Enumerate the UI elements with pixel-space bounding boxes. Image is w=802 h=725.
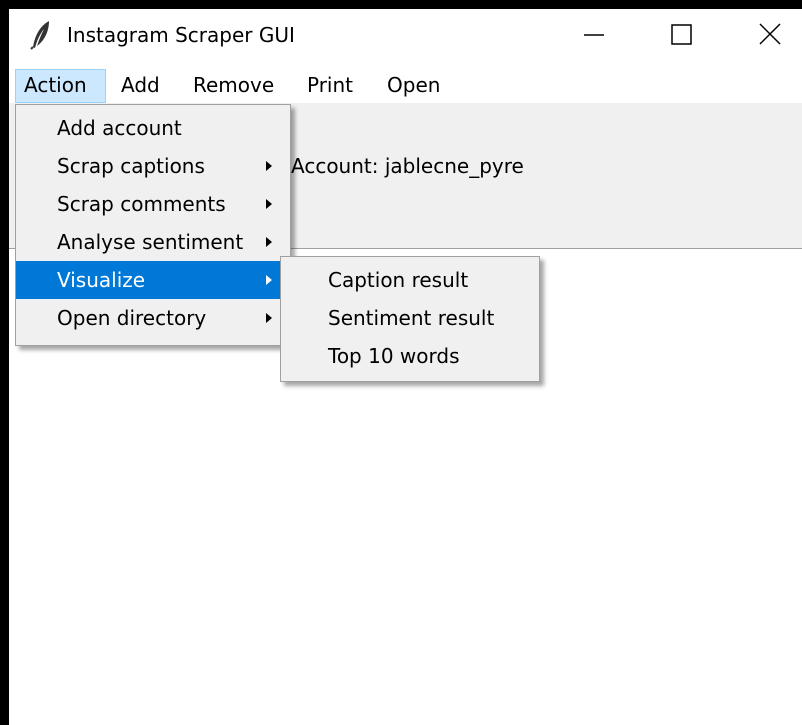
menu-item-scrap-comments[interactable]: Scrap comments [16,185,290,223]
menu-remove[interactable]: Remove [185,69,282,103]
menu-add[interactable]: Add [113,69,168,103]
close-button[interactable] [725,9,802,57]
menu-item-label: Scrap comments [57,192,226,216]
submenu-arrow-icon [266,313,272,323]
menu-item-label: Add account [57,116,182,140]
menu-item-label: Top 10 words [328,344,460,368]
submenu-arrow-icon [266,275,272,285]
window-title: Instagram Scraper GUI [67,23,295,47]
menu-item-label: Visualize [57,268,146,292]
menu-action[interactable]: Action [15,69,106,103]
submenu-arrow-icon [266,199,272,209]
menu-bar: Action Add Remove Print Open [9,69,802,103]
menu-item-add-account[interactable]: Add account [16,109,290,147]
action-dropdown-menu: Add account Scrap captions Scrap comment… [15,104,291,346]
menu-item-label: Open directory [57,306,207,330]
title-bar[interactable]: Instagram Scraper GUI [9,9,802,64]
visualize-submenu: Caption result Sentiment result Top 10 w… [280,256,540,382]
submenu-arrow-icon [266,161,272,171]
menu-item-label: Analyse sentiment [57,230,244,254]
menu-item-open-directory[interactable]: Open directory [16,299,290,337]
submenu-item-top-10-words[interactable]: Top 10 words [281,337,539,375]
feather-icon [29,20,55,50]
submenu-item-caption-result[interactable]: Caption result [281,261,539,299]
maximize-button[interactable] [637,9,725,57]
menu-open[interactable]: Open [379,69,448,103]
minimize-button[interactable] [549,9,637,57]
menu-item-scrap-captions[interactable]: Scrap captions [16,147,290,185]
submenu-arrow-icon [266,237,272,247]
account-label: Account: jablecne_pyre [291,154,524,178]
close-icon [759,23,781,45]
submenu-item-sentiment-result[interactable]: Sentiment result [281,299,539,337]
minimize-icon [584,34,604,36]
menu-item-visualize[interactable]: Visualize [16,261,290,299]
app-window: Instagram Scraper GUI Action Add Remove … [9,9,802,725]
menu-item-label: Sentiment result [328,306,495,330]
menu-print[interactable]: Print [299,69,361,103]
maximize-icon [671,24,692,45]
menu-item-label: Scrap captions [57,154,205,178]
menu-item-label: Caption result [328,268,469,292]
menu-item-analyse-sentiment[interactable]: Analyse sentiment [16,223,290,261]
